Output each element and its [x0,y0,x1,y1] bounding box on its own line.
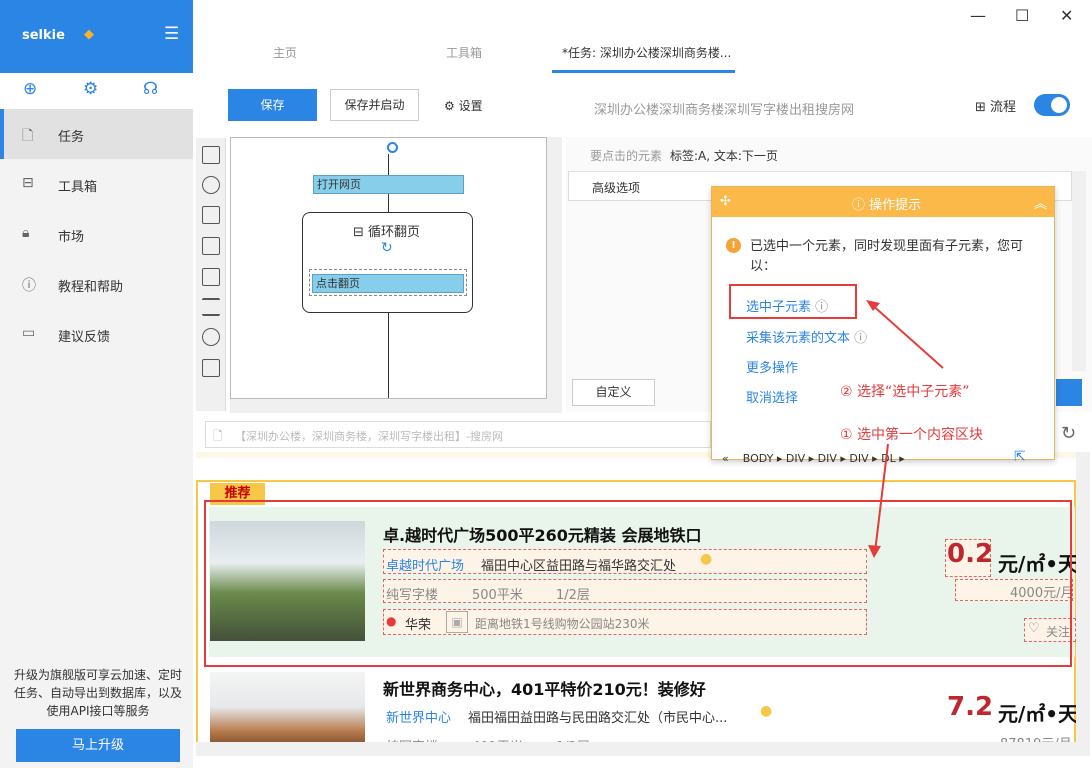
arrow-to-listing [874,443,889,553]
arrowhead-icon [868,545,881,558]
annotation-arrows [866,300,944,558]
arrow-to-option [869,302,944,369]
